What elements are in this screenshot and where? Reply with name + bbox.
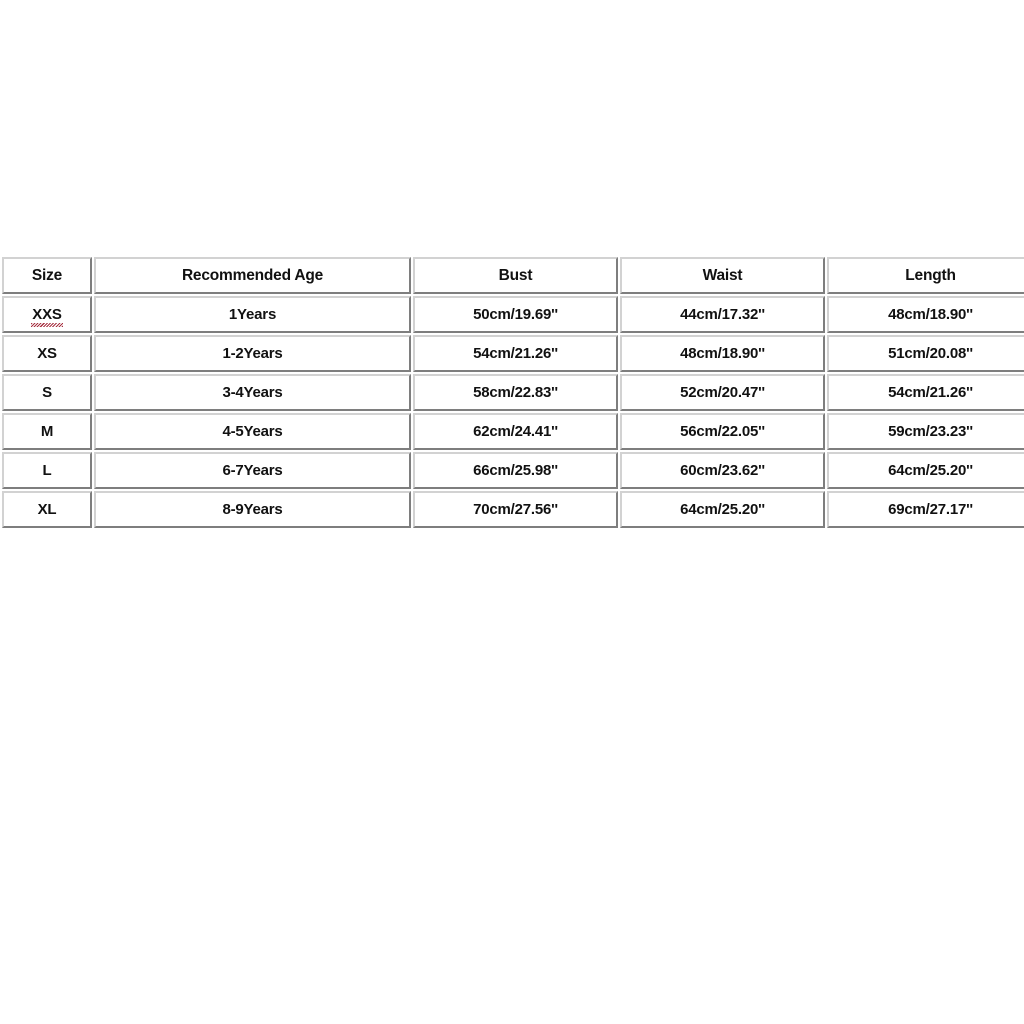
table-row: S 3-4Years 58cm/22.83'' 52cm/20.47'' 54cm/21… xyxy=(2,374,1024,411)
table-header-row: Size Recommended Age Bust Waist Length xyxy=(2,257,1024,294)
column-header-size: Size xyxy=(2,257,92,294)
cell-length: 54cm/21.26'' xyxy=(827,374,1024,411)
cell-age: 3-4Years xyxy=(94,374,411,411)
cell-bust: 58cm/22.83'' xyxy=(413,374,618,411)
size-label-misspelled: XXS xyxy=(32,305,62,323)
cell-length: 69cm/27.17'' xyxy=(827,491,1024,528)
cell-size: XL xyxy=(2,491,92,528)
cell-age: 4-5Years xyxy=(94,413,411,450)
table-row: L 6-7Years 66cm/25.98'' 60cm/23.62'' 64cm/25… xyxy=(2,452,1024,489)
column-header-length: Length xyxy=(827,257,1024,294)
column-header-waist: Waist xyxy=(620,257,825,294)
size-chart-table: Size Recommended Age Bust Waist Length XXS 1Ye… xyxy=(0,255,1024,530)
cell-size: L xyxy=(2,452,92,489)
cell-size: M xyxy=(2,413,92,450)
cell-bust: 50cm/19.69'' xyxy=(413,296,618,333)
cell-length: 64cm/25.20'' xyxy=(827,452,1024,489)
cell-age: 1-2Years xyxy=(94,335,411,372)
table-row: XL 8-9Years 70cm/27.56'' 64cm/25.20'' 69cm/2… xyxy=(2,491,1024,528)
cell-waist: 52cm/20.47'' xyxy=(620,374,825,411)
cell-age: 1Years xyxy=(94,296,411,333)
cell-bust: 62cm/24.41'' xyxy=(413,413,618,450)
page-canvas: Size Recommended Age Bust Waist Length XXS 1Ye… xyxy=(0,0,1024,1024)
cell-length: 59cm/23.23'' xyxy=(827,413,1024,450)
cell-waist: 56cm/22.05'' xyxy=(620,413,825,450)
cell-bust: 70cm/27.56'' xyxy=(413,491,618,528)
cell-age: 6-7Years xyxy=(94,452,411,489)
column-header-bust: Bust xyxy=(413,257,618,294)
cell-age: 8-9Years xyxy=(94,491,411,528)
cell-bust: 66cm/25.98'' xyxy=(413,452,618,489)
cell-waist: 48cm/18.90'' xyxy=(620,335,825,372)
cell-length: 51cm/20.08'' xyxy=(827,335,1024,372)
cell-size: XXS xyxy=(2,296,92,333)
cell-waist: 44cm/17.32'' xyxy=(620,296,825,333)
cell-size: S xyxy=(2,374,92,411)
table-row: M 4-5Years 62cm/24.41'' 56cm/22.05'' 59cm/23… xyxy=(2,413,1024,450)
cell-length: 48cm/18.90'' xyxy=(827,296,1024,333)
cell-waist: 60cm/23.62'' xyxy=(620,452,825,489)
spellcheck-squiggle-icon xyxy=(26,330,68,333)
cell-waist: 64cm/25.20'' xyxy=(620,491,825,528)
size-chart-container: Size Recommended Age Bust Waist Length XXS 1Ye… xyxy=(0,255,1024,530)
table-row: XS 1-2Years 54cm/21.26'' 48cm/18.90'' 51cm/2… xyxy=(2,335,1024,372)
cell-bust: 54cm/21.26'' xyxy=(413,335,618,372)
column-header-age: Recommended Age xyxy=(94,257,411,294)
cell-size: XS xyxy=(2,335,92,372)
table-row: XXS 1Years 50cm/19.69'' 44cm/17.32'' 48cm/18… xyxy=(2,296,1024,333)
